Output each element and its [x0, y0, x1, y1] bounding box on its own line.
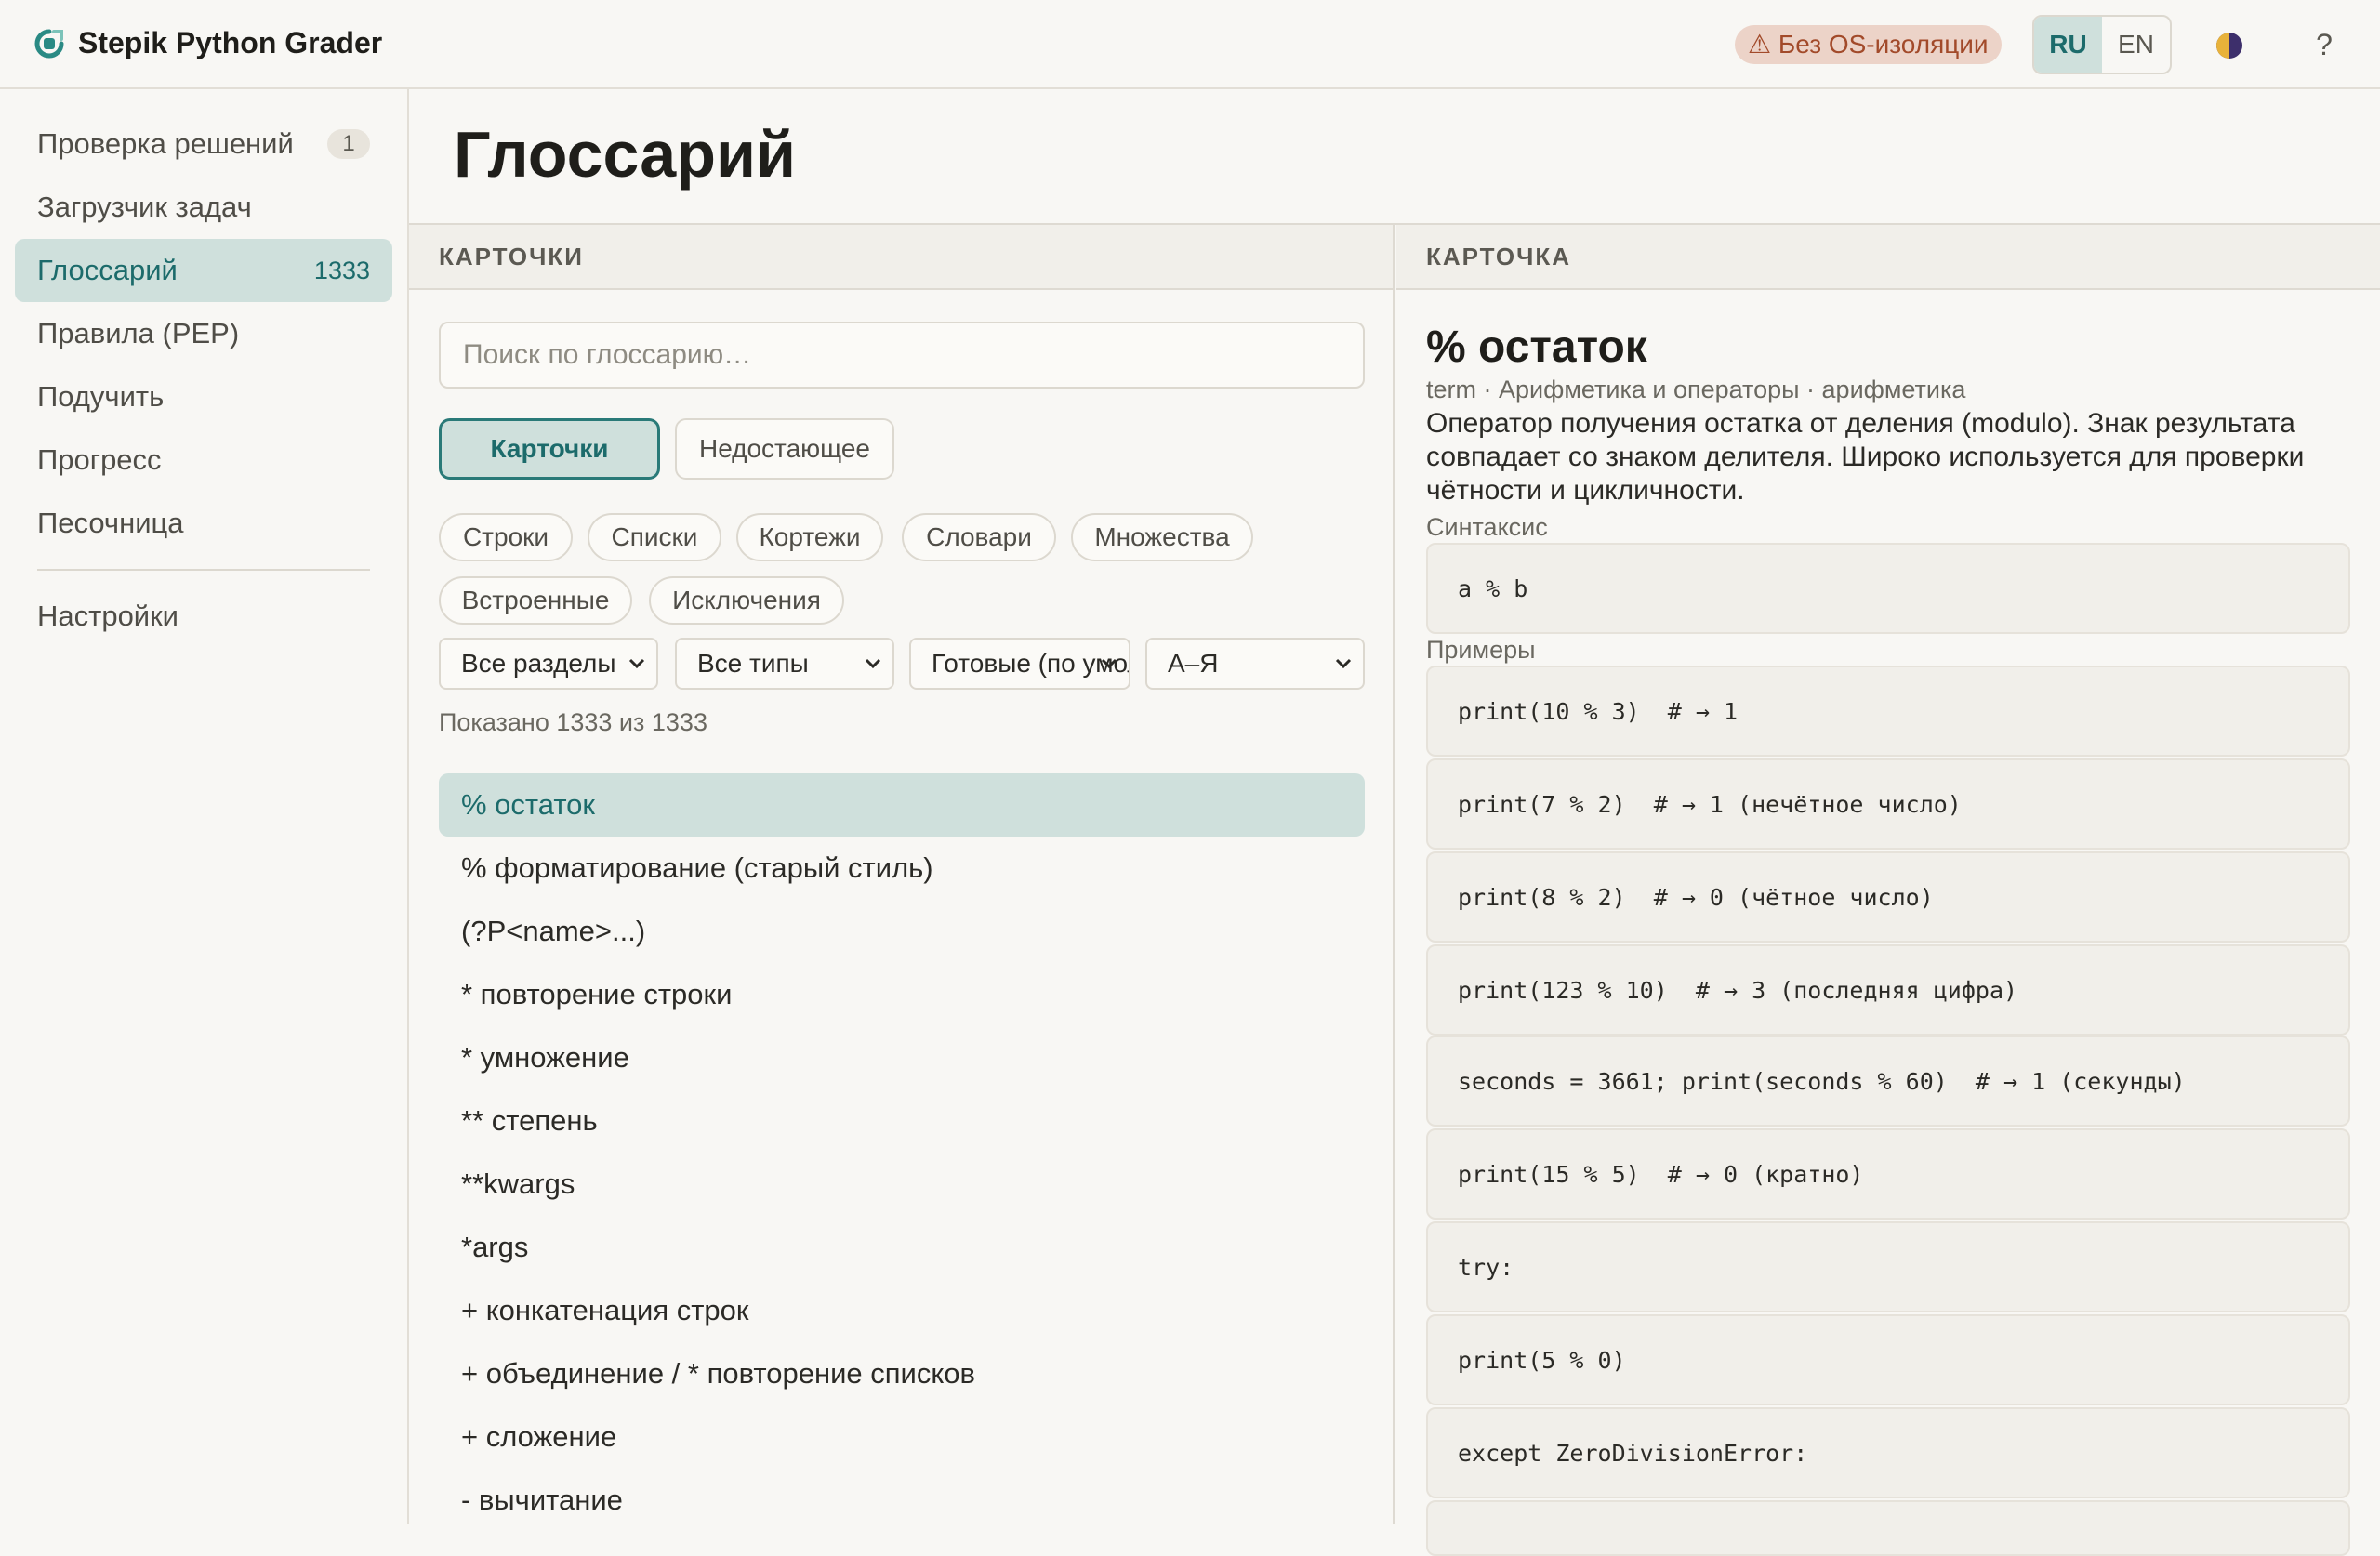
- glossary-search-input[interactable]: [439, 322, 1365, 389]
- section-filter-select[interactable]: Все разделы: [439, 638, 658, 690]
- chevron-down-icon: [865, 658, 881, 669]
- sidebar-item-count: 1333: [313, 256, 370, 284]
- term-list-item[interactable]: + конкатенация строк: [439, 1279, 1365, 1342]
- sidebar-item-count: 1: [327, 129, 370, 159]
- help-button[interactable]: ?: [2306, 24, 2343, 65]
- sidebar-item-label: Настройки: [37, 600, 179, 632]
- language-switch: RU EN: [2032, 15, 2172, 74]
- sidebar-item-label: Подучить: [37, 380, 165, 413]
- example-code: except ZeroDivisionError:: [1426, 1407, 2350, 1498]
- example-code: print(5 % 0): [1426, 1314, 2350, 1405]
- chip-exceptions[interactable]: Исключения: [649, 576, 844, 625]
- lang-en-button[interactable]: EN: [2102, 17, 2170, 73]
- type-filter-select[interactable]: Все типы: [675, 638, 894, 690]
- term-list-item[interactable]: + объединение / * повторение списков: [439, 1342, 1365, 1405]
- chip-builtins[interactable]: Встроенные: [439, 576, 632, 625]
- term-list-item[interactable]: + сложение: [439, 1405, 1365, 1469]
- chip-tuples[interactable]: Кортежи: [736, 513, 883, 561]
- brand[interactable]: Stepik Python Grader: [33, 26, 382, 60]
- sidebar-divider: [37, 569, 370, 571]
- chip-strings[interactable]: Строки: [439, 513, 573, 561]
- example-code: print(15 % 5) # → 0 (кратно): [1426, 1128, 2350, 1220]
- card-description: Оператор получения остатка от деления (m…: [1426, 408, 2305, 506]
- term-list-item[interactable]: * повторение строки: [439, 963, 1365, 1026]
- term-list-item[interactable]: (?P<name>...): [439, 900, 1365, 963]
- sidebar-item-sandbox[interactable]: Песочница: [15, 492, 392, 555]
- isolation-warning-badge: ⚠ Без OS-изоляции: [1735, 25, 2002, 64]
- theme-toggle-icon[interactable]: [2215, 31, 2244, 60]
- sidebar-item-glossary[interactable]: Глоссарий 1333: [15, 239, 392, 302]
- term-list-item[interactable]: * умножение: [439, 1026, 1365, 1089]
- chevron-down-icon: [1101, 658, 1117, 669]
- mode-missing-button[interactable]: Недостающее: [675, 418, 894, 480]
- term-list: % остаток % форматирование (старый стиль…: [439, 773, 1365, 1532]
- sort-value: А–Я: [1168, 649, 1219, 678]
- app-header: Stepik Python Grader ⚠ Без OS-изоляции R…: [0, 0, 2380, 89]
- example-code-partial: [1426, 1500, 2350, 1556]
- card-panel-header: КАРТОЧКА: [1396, 225, 2380, 290]
- term-list-item[interactable]: *args: [439, 1216, 1365, 1279]
- sidebar-item-task-loader[interactable]: Загрузчик задач: [15, 176, 392, 239]
- section-filter-value: Все разделы: [461, 649, 616, 678]
- term-list-item[interactable]: - вычитание: [439, 1469, 1365, 1532]
- chip-lists[interactable]: Списки: [588, 513, 721, 561]
- sidebar-item-study[interactable]: Подучить: [15, 365, 392, 429]
- type-filter-value: Все типы: [697, 649, 809, 678]
- example-code: print(10 % 3) # → 1: [1426, 666, 2350, 757]
- example-code: print(7 % 2) # → 1 (нечётное число): [1426, 758, 2350, 850]
- examples-label: Примеры: [1426, 636, 1536, 664]
- sidebar-item-label: Глоссарий: [37, 254, 178, 286]
- example-code: try:: [1426, 1221, 2350, 1312]
- cards-panel: КАРТОЧКИ Карточки Недостающее Строки Спи…: [409, 225, 1395, 1524]
- term-list-item[interactable]: % форматирование (старый стиль): [439, 837, 1365, 900]
- sidebar-item-review[interactable]: Проверка решений 1: [15, 112, 392, 176]
- chevron-down-icon: [1335, 658, 1352, 669]
- status-filter-select[interactable]: Готовые (по умолчанию): [909, 638, 1130, 690]
- example-code: seconds = 3661; print(seconds % 60) # → …: [1426, 1035, 2350, 1127]
- sidebar-item-pep-rules[interactable]: Правила (PEP): [15, 302, 392, 365]
- sidebar-item-label: Проверка решений: [37, 127, 294, 160]
- example-code: print(123 % 10) # → 3 (последняя цифра): [1426, 944, 2350, 1035]
- card-panel: КАРТОЧКА % остаток term · Арифметика и о…: [1396, 225, 2380, 1556]
- syntax-code: a % b: [1426, 543, 2350, 634]
- mode-cards-button[interactable]: Карточки: [439, 418, 660, 480]
- sort-select[interactable]: А–Я: [1145, 638, 1365, 690]
- sidebar-item-progress[interactable]: Прогресс: [15, 429, 392, 492]
- shown-count: Показано 1333 из 1333: [439, 708, 707, 736]
- lang-ru-button[interactable]: RU: [2034, 17, 2102, 73]
- card-meta: term · Арифметика и операторы · арифмети…: [1426, 376, 1966, 403]
- syntax-label: Синтаксис: [1426, 513, 1548, 541]
- sidebar-item-label: Загрузчик задач: [37, 191, 252, 223]
- cards-panel-header: КАРТОЧКИ: [409, 225, 1393, 290]
- page-title: Глоссарий: [454, 118, 797, 191]
- sidebar-item-label: Песочница: [37, 507, 184, 539]
- sidebar: Проверка решений 1 Загрузчик задач Глосс…: [0, 89, 409, 1524]
- chip-dicts[interactable]: Словари: [902, 513, 1056, 561]
- sidebar-item-label: Правила (PEP): [37, 317, 240, 349]
- logo-icon: [34, 29, 64, 58]
- term-list-item[interactable]: ** степень: [439, 1089, 1365, 1153]
- chip-sets[interactable]: Множества: [1071, 513, 1253, 561]
- term-list-item[interactable]: % остаток: [439, 773, 1365, 837]
- sidebar-item-label: Прогресс: [37, 443, 162, 476]
- term-list-item[interactable]: **kwargs: [439, 1153, 1365, 1216]
- app-title: Stepik Python Grader: [78, 26, 383, 59]
- sidebar-item-settings[interactable]: Настройки: [15, 585, 392, 648]
- card-title: % остаток: [1426, 323, 1647, 372]
- chevron-down-icon: [628, 658, 645, 669]
- example-code: print(8 % 2) # → 0 (чётное число): [1426, 851, 2350, 943]
